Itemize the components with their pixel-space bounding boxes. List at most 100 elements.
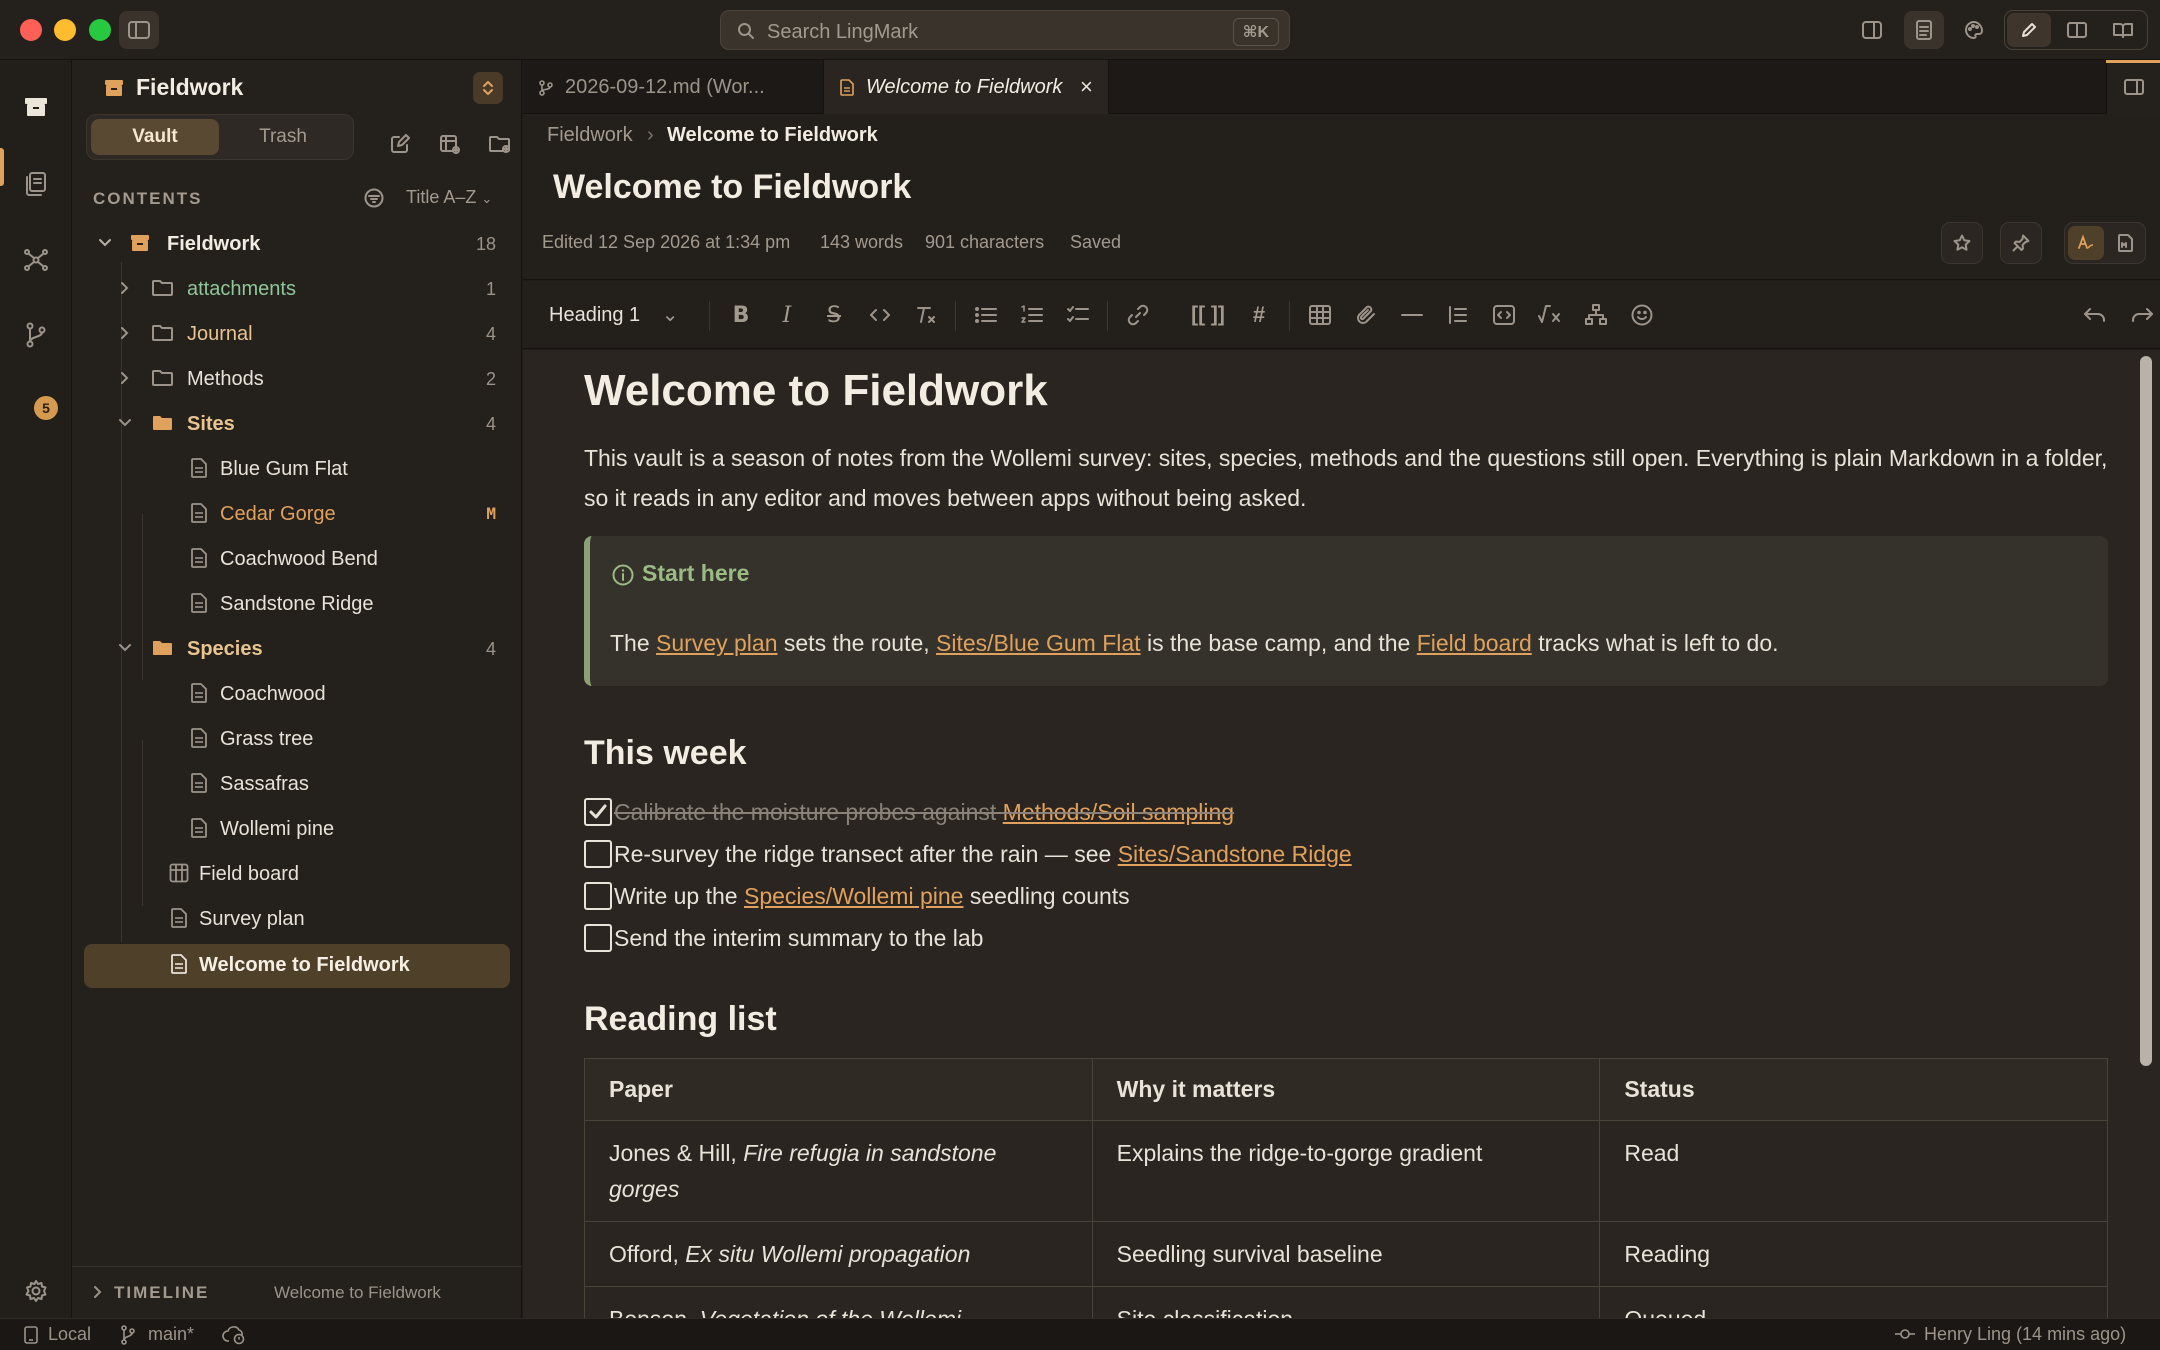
edit-mode-icon[interactable] [2007,13,2051,47]
tab-close-button[interactable]: × [1080,74,1093,100]
rich-text-mode-icon[interactable] [2068,226,2104,260]
last-commit-author[interactable]: Henry Ling (14 mins ago) [1924,1324,2126,1345]
branch-label[interactable]: main* [148,1324,194,1345]
minimize-window-button[interactable] [54,19,76,41]
panel-layout-icon[interactable] [1852,11,1892,49]
timeline-panel[interactable]: TIMELINE Welcome to Fieldwork [72,1266,522,1316]
numbered-list-icon[interactable] [1015,298,1049,332]
breadcrumb-vault[interactable]: Fieldwork [547,124,633,147]
link-icon[interactable] [1121,298,1155,332]
pin-icon[interactable] [2000,222,2042,264]
bold-icon[interactable]: B [724,298,758,332]
heading-reading-list[interactable]: Reading list [584,1000,777,1039]
tree-file-wollemi-pine[interactable]: Wollemi pine [84,808,510,850]
tag-button[interactable]: # [1242,298,1276,332]
tree-file-blue-gum-flat[interactable]: Blue Gum Flat [84,448,510,490]
block-type-select[interactable]: Heading 1 ⌄ [549,302,679,327]
vault-tab[interactable]: Vault [91,119,219,155]
tree-file-coachwood[interactable]: Coachwood [84,673,510,715]
task-checkbox[interactable] [584,882,612,910]
bullet-list-icon[interactable] [969,298,1003,332]
code-block-icon[interactable] [1487,298,1521,332]
tree-file-welcome-to-fieldwork[interactable]: Welcome to Fieldwork [84,944,510,986]
tree-file-field-board[interactable]: Field board [84,853,510,895]
cloud-sync-icon[interactable] [222,1325,248,1345]
link-survey-plan[interactable]: Survey plan [656,630,777,656]
intro-paragraph[interactable]: This vault is a season of notes from the… [584,438,2124,518]
split-mode-icon[interactable] [2055,13,2099,47]
emoji-icon[interactable] [1625,298,1659,332]
trash-tab[interactable]: Trash [219,119,347,155]
column-header-why[interactable]: Why it matters [1091,1058,1601,1121]
tree-folder-species[interactable]: Species 4 [84,628,510,670]
cell-why[interactable]: Site classification [1091,1286,1601,1318]
task-checkbox-checked[interactable] [584,798,612,826]
task-checkbox[interactable] [584,924,612,952]
task-list-icon[interactable] [1061,298,1095,332]
link-soil-sampling[interactable]: Methods/Soil sampling [1003,799,1234,825]
redo-icon[interactable] [2125,298,2159,332]
tab-welcome-to-fieldwork[interactable]: Welcome to Fieldwork × [823,60,1109,114]
link-field-board[interactable]: Field board [1417,630,1532,656]
italic-icon[interactable]: I [770,298,804,332]
search-input[interactable]: Search LingMark ⌘K [720,10,1290,50]
editor-scrollbar-thumb[interactable] [2140,356,2152,1066]
wikilink-button[interactable]: [[ ]] [1183,298,1233,332]
table-icon[interactable] [1303,298,1337,332]
horizontal-rule-icon[interactable] [1395,298,1429,332]
tree-folder-sites[interactable]: Sites 4 [84,403,510,445]
cell-status[interactable]: Reading [1599,1221,2108,1287]
tree-file-survey-plan[interactable]: Survey plan [84,898,510,940]
tree-file-sassafras[interactable]: Sassafras [84,763,510,805]
blockquote-icon[interactable] [1441,298,1475,332]
cell-paper[interactable]: Jones & Hill, Fire refugia in sandstone … [584,1120,1093,1222]
document-title[interactable]: Welcome to Fieldwork [553,168,911,207]
link-sandstone-ridge[interactable]: Sites/Sandstone Ridge [1118,841,1352,867]
new-folder-icon[interactable] [482,126,518,162]
files-icon[interactable] [16,164,56,204]
zoom-window-button[interactable] [89,19,111,41]
editor-content[interactable]: Welcome to Fieldwork This vault is a sea… [523,350,2160,1318]
settings-gear-icon[interactable] [16,1271,56,1311]
graph-icon[interactable] [16,240,56,280]
cell-paper[interactable]: Benson, Vegetation of the Wollemi [584,1286,1093,1318]
vault-switcher-button[interactable] [473,72,503,104]
column-header-paper[interactable]: Paper [584,1058,1093,1121]
sort-dropdown[interactable]: Title A–Z ⌄ [406,187,492,208]
cell-why[interactable]: Explains the ridge-to-gorge gradient [1091,1120,1601,1222]
tree-file-grass-tree[interactable]: Grass tree [84,718,510,760]
sidebar-toggle-icon[interactable] [119,11,159,49]
palette-icon[interactable] [1954,11,1994,49]
clear-format-icon[interactable] [909,298,943,332]
cell-status[interactable]: Queued [1599,1286,2108,1318]
cell-why[interactable]: Seedling survival baseline [1091,1221,1601,1287]
vault-icon[interactable] [16,87,56,127]
markdown-source-icon[interactable] [2108,226,2144,260]
undo-icon[interactable] [2078,298,2112,332]
column-header-status[interactable]: Status [1599,1058,2108,1121]
tree-folder-methods[interactable]: Methods 2 [84,358,510,400]
inline-code-icon[interactable] [863,298,897,332]
task-checkbox[interactable] [584,840,612,868]
tree-folder-attachments[interactable]: attachments 1 [84,268,510,310]
tree-folder-fieldwork[interactable]: Fieldwork 18 [84,223,510,265]
favorite-star-icon[interactable] [1941,222,1983,264]
link-wollemi-pine[interactable]: Species/Wollemi pine [744,883,963,909]
tree-folder-journal[interactable]: Journal 4 [84,313,510,355]
tab-journal-2026-09-12[interactable]: 2026-09-12.md (Wor... [523,60,823,114]
tree-file-coachwood-bend[interactable]: Coachwood Bend [84,538,510,580]
diagram-icon[interactable] [1579,298,1613,332]
new-board-icon[interactable] [432,126,468,162]
reading-list-table[interactable]: Paper Why it matters Status Jones & Hill… [584,1058,2108,1318]
math-formula-icon[interactable] [1533,298,1567,332]
cell-status[interactable]: Read [1599,1120,2108,1222]
attachment-icon[interactable] [1349,298,1383,332]
strikethrough-icon[interactable]: S [817,298,851,332]
new-note-icon[interactable] [382,126,418,162]
tree-file-cedar-gorge[interactable]: Cedar Gorge M [84,493,510,535]
cell-paper[interactable]: Offord, Ex situ Wollemi propagation [584,1221,1093,1287]
storage-label[interactable]: Local [48,1324,91,1345]
heading-1[interactable]: Welcome to Fieldwork [584,366,1048,416]
link-blue-gum-flat[interactable]: Sites/Blue Gum Flat [936,630,1141,656]
filter-icon[interactable] [364,188,384,208]
